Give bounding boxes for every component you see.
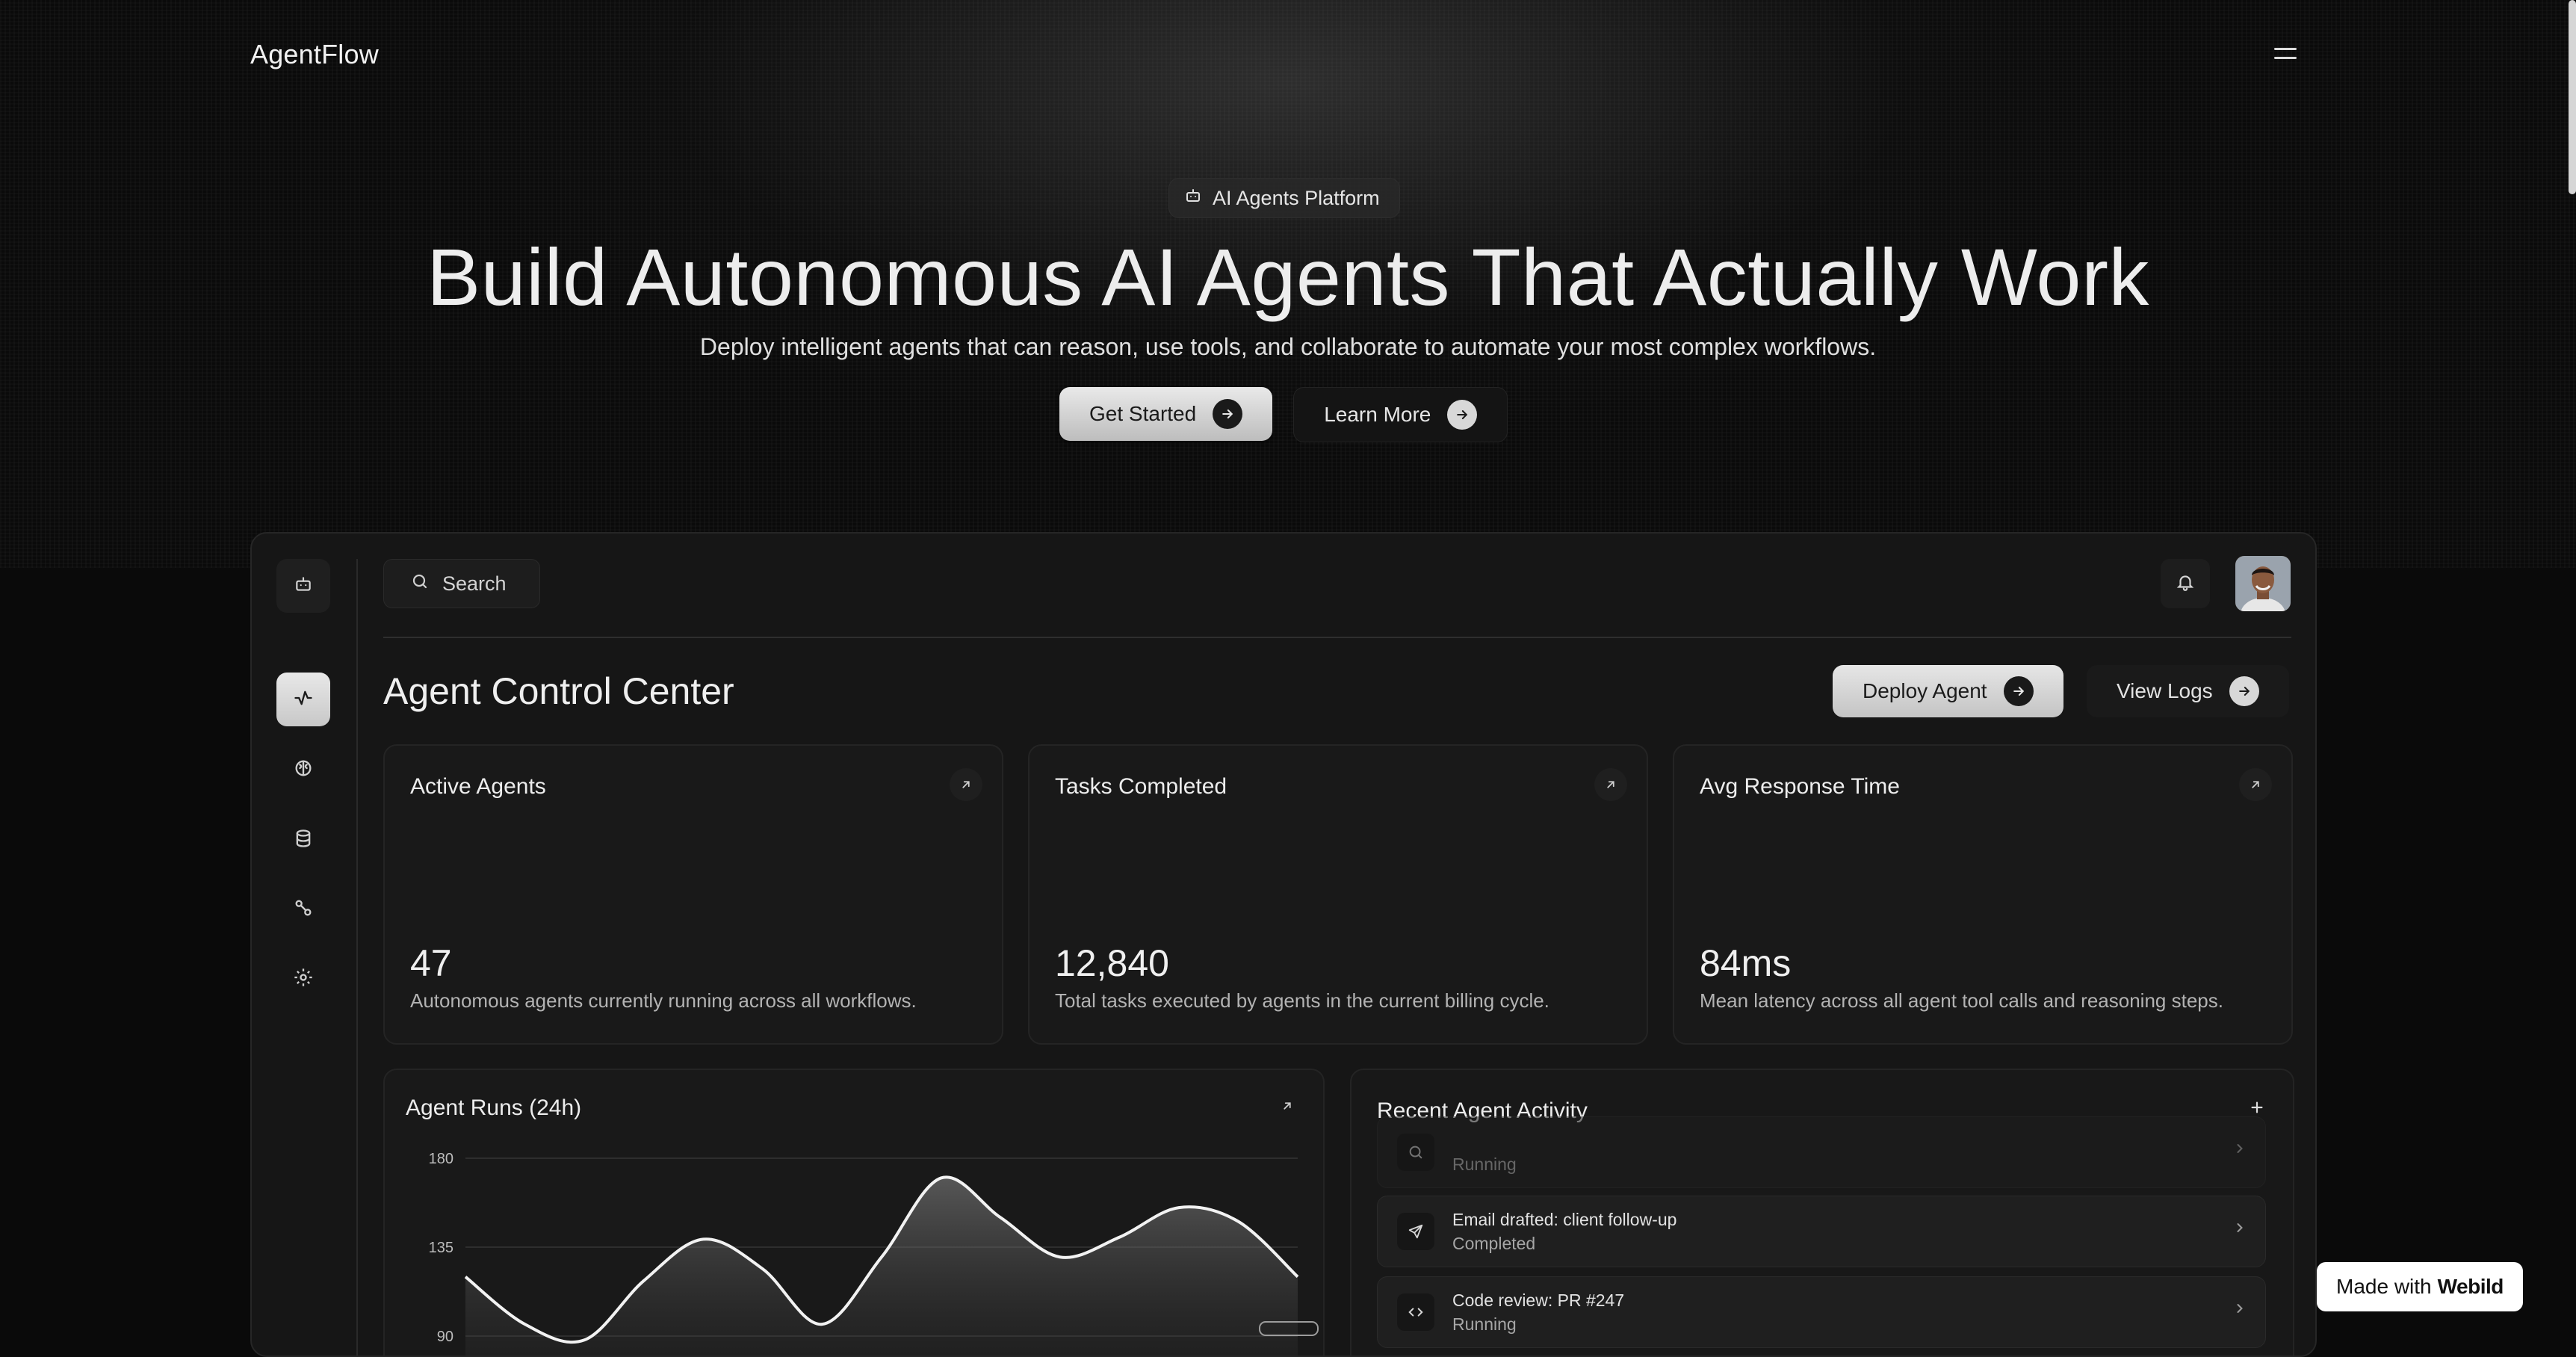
search-input[interactable]: Search — [383, 559, 540, 608]
hero-badge-label: AI Agents Platform — [1213, 186, 1380, 209]
gear-icon — [293, 967, 314, 992]
sidebar-item-data[interactable] — [276, 813, 330, 867]
deploy-agent-label: Deploy Agent — [1863, 679, 1987, 702]
page-title: Agent Control Center — [383, 670, 734, 712]
view-logs-button[interactable]: View Logs — [2087, 665, 2289, 717]
chevron-right-icon — [2232, 1220, 2247, 1239]
topbar-divider — [383, 637, 2291, 638]
sidebar-item-models[interactable] — [276, 743, 330, 797]
sidebar — [252, 534, 356, 1356]
activity-item[interactable]: Code review: PR #247 Running — [1377, 1276, 2266, 1348]
stat-label: Avg Response Time — [1700, 774, 1900, 799]
bot-icon — [294, 575, 313, 598]
learn-more-button[interactable]: Learn More — [1293, 387, 1508, 442]
search-icon — [411, 572, 429, 596]
arrow-up-right-icon[interactable] — [1594, 768, 1627, 801]
workflow-icon — [293, 897, 314, 922]
series-area — [465, 1177, 1298, 1356]
stat-card-active-agents: Active Agents 47 Autonomous agents curre… — [383, 744, 1003, 1045]
code-icon — [1397, 1293, 1434, 1331]
activity-item-status: Completed — [1452, 1234, 1536, 1253]
hero-badge: AI Agents Platform — [1168, 178, 1400, 218]
agent-runs-chart-card: 180 135 90 Agent Runs (24h) — [383, 1069, 1325, 1356]
chevron-right-icon — [2232, 1301, 2247, 1320]
arrow-right-icon — [2003, 676, 2034, 706]
learn-more-label: Learn More — [1324, 403, 1431, 426]
y-tick-label: 180 — [429, 1151, 453, 1167]
brand-logo[interactable]: AgentFlow — [250, 39, 379, 70]
sidebar-item-settings[interactable] — [276, 952, 330, 1006]
activity-item-status: Running — [1452, 1154, 1517, 1174]
arrow-up-right-icon[interactable] — [2239, 768, 2272, 801]
page-scrollbar[interactable] — [2569, 0, 2576, 194]
stat-value: 47 — [410, 942, 452, 984]
stat-card-tasks-completed: Tasks Completed 12,840 Total tasks execu… — [1028, 744, 1648, 1045]
arrow-up-right-icon[interactable] — [950, 768, 982, 801]
sidebar-item-workflows[interactable] — [276, 882, 330, 936]
sidebar-item-logo[interactable] — [276, 559, 330, 613]
get-started-label: Get Started — [1089, 402, 1197, 425]
made-with-prefix: Made with — [2336, 1275, 2432, 1298]
made-with-badge[interactable]: Made with Webild — [2317, 1262, 2523, 1311]
search-placeholder: Search — [442, 572, 507, 595]
stat-description: Mean latency across all agent tool calls… — [1700, 989, 2223, 1012]
view-logs-label: View Logs — [2117, 679, 2213, 702]
dashboard-preview: Search Agent Control Center Deploy Agent… — [250, 532, 2317, 1357]
stat-description: Autonomous agents currently running acro… — [410, 989, 917, 1012]
stat-value: 84ms — [1700, 942, 1792, 984]
arrow-right-icon — [2229, 676, 2259, 706]
hero-subtitle: Deploy intelligent agents that can reaso… — [699, 333, 1877, 360]
hero-title: Build Autonomous AI Agents That Actually… — [427, 232, 2149, 322]
chart-title: Agent Runs (24h) — [406, 1095, 582, 1120]
activity-item-title: Email drafted: client follow-up — [1452, 1210, 1677, 1229]
activity-icon — [293, 687, 314, 712]
notifications-button[interactable] — [2161, 559, 2210, 608]
stat-label: Active Agents — [410, 774, 546, 799]
made-with-brand: Webild — [2437, 1275, 2504, 1298]
get-started-button[interactable]: Get Started — [1059, 387, 1273, 441]
stat-description: Total tasks executed by agents in the cu… — [1055, 989, 1549, 1012]
search-icon — [1397, 1134, 1434, 1171]
recent-activity-card: Recent Agent Activity Running Email draf… — [1350, 1069, 2294, 1356]
chart-scroll-handle[interactable] — [1259, 1321, 1319, 1336]
arrow-up-right-icon[interactable] — [1271, 1089, 1304, 1122]
sidebar-item-activity[interactable] — [276, 673, 330, 726]
arrow-right-icon — [1447, 400, 1478, 430]
hamburger-icon[interactable] — [2271, 42, 2301, 64]
avatar[interactable] — [2235, 556, 2291, 611]
activity-item-title: Code review: PR #247 — [1452, 1290, 1625, 1310]
brain-icon — [293, 758, 314, 782]
stat-label: Tasks Completed — [1055, 774, 1227, 799]
deploy-agent-button[interactable]: Deploy Agent — [1833, 665, 2063, 717]
chevron-right-icon — [2232, 1141, 2247, 1160]
activity-item-status: Running — [1452, 1314, 1517, 1334]
stat-value: 12,840 — [1055, 942, 1169, 984]
activity-item[interactable]: Running — [1377, 1116, 2266, 1188]
arrow-right-icon — [1213, 399, 1243, 429]
hero-actions: Get Started Learn More — [1059, 387, 1508, 442]
y-tick-label: 135 — [429, 1240, 453, 1256]
bell-icon — [2176, 572, 2195, 596]
y-tick-label: 90 — [437, 1329, 453, 1345]
database-icon — [293, 828, 314, 853]
sidebar-divider — [356, 559, 358, 1356]
activity-item[interactable]: Email drafted: client follow-up Complete… — [1377, 1196, 2266, 1267]
send-icon — [1397, 1213, 1434, 1250]
bot-icon — [1184, 187, 1202, 210]
stat-card-avg-response-time: Avg Response Time 84ms Mean latency acro… — [1673, 744, 2293, 1045]
page: AgentFlow AI Agents Platform Build Auton… — [0, 0, 2576, 1357]
